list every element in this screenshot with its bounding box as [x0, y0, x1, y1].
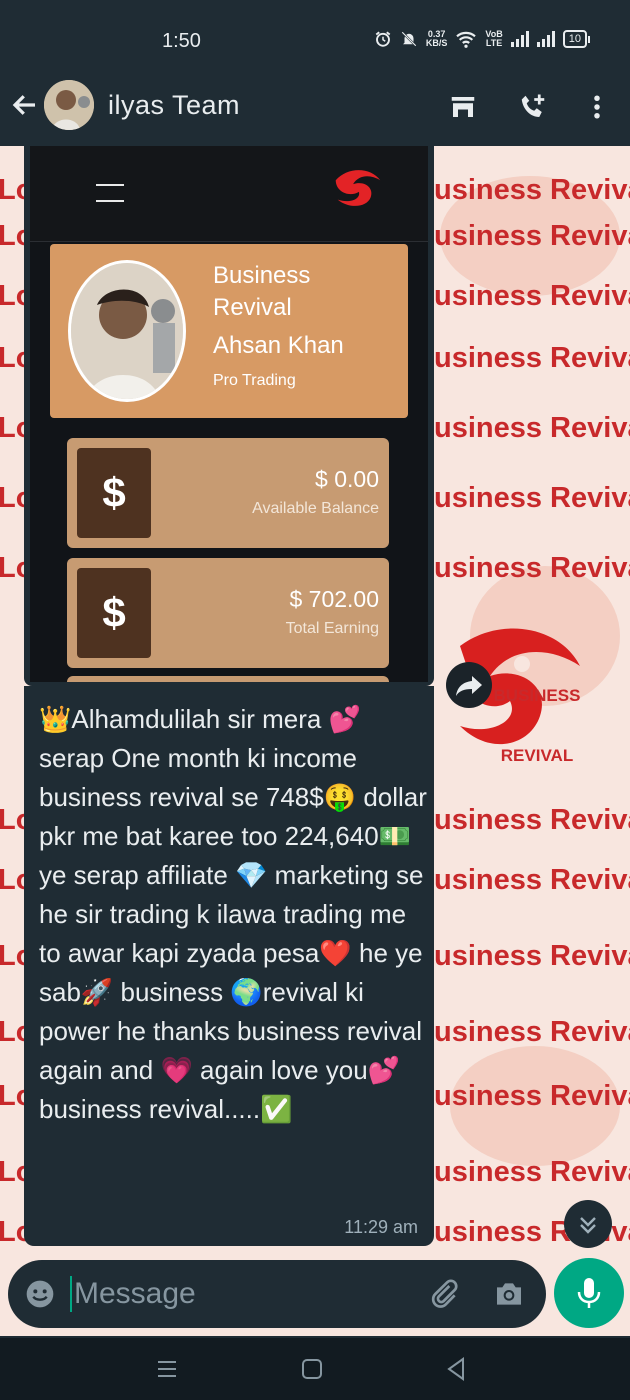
- text-cursor: [70, 1276, 72, 1312]
- more-vert-icon[interactable]: [582, 92, 612, 122]
- mic-icon: [577, 1278, 601, 1308]
- message-text: 👑Alhamdulilah sir mera 💕 serap One month…: [39, 704, 427, 1124]
- emoji-icon[interactable]: [24, 1278, 56, 1310]
- mute-icon: [401, 31, 417, 47]
- app-topbar: [30, 146, 428, 242]
- text-message[interactable]: 👑Alhamdulilah sir mera 💕 serap One month…: [24, 686, 434, 1246]
- shared-screenshot[interactable]: Business Revival Ahsan Khan Pro Trading …: [30, 146, 428, 682]
- alarm-icon: [375, 31, 391, 47]
- balance-label: Total Earning: [285, 620, 379, 637]
- balance-label: Available Balance: [252, 500, 379, 517]
- double-chevron-down-icon: [580, 1217, 596, 1234]
- back-arrow-icon[interactable]: [10, 90, 40, 120]
- dollar-icon: $: [77, 448, 151, 538]
- balance-amount: $ 0.00: [315, 466, 379, 492]
- mic-button[interactable]: [554, 1258, 624, 1328]
- scroll-down-button[interactable]: [564, 1200, 612, 1248]
- message-time: 11:29 am: [344, 1217, 418, 1237]
- battery-icon: 10: [562, 30, 590, 48]
- dollar-icon: $: [77, 568, 151, 658]
- message-composer: [8, 1260, 546, 1328]
- balance-card-total: $ $ 702.00 Total Earning: [67, 558, 389, 668]
- profile-title: Business Revival: [213, 262, 311, 321]
- volte-bottom: LTE: [485, 38, 503, 48]
- status-time: 1:50: [162, 30, 201, 52]
- forward-button[interactable]: [446, 662, 492, 708]
- menu-icon: [96, 184, 124, 216]
- profile-role: Pro Trading: [213, 372, 296, 389]
- balance-amount: $ 702.00: [289, 586, 379, 612]
- chat-title[interactable]: ilyas Team: [108, 90, 240, 121]
- status-bar: 1:50 0.37 KB/S VoB LTE 10: [0, 0, 630, 74]
- profile-photo: [68, 260, 186, 402]
- recents-icon[interactable]: [155, 1358, 179, 1380]
- volte-badge: VoB LTE: [485, 30, 502, 48]
- input-bar: [0, 1250, 630, 1338]
- add-call-icon[interactable]: [518, 92, 548, 122]
- home-icon[interactable]: [300, 1357, 324, 1381]
- store-icon[interactable]: [448, 92, 478, 122]
- chat-header: ilyas Team: [0, 74, 630, 146]
- forward-icon: [456, 676, 482, 696]
- net-speed: 0.37 KB/S: [426, 30, 448, 48]
- message-input[interactable]: [74, 1274, 394, 1314]
- profile-name: Ahsan Khan: [213, 332, 344, 359]
- battery-level: 10: [562, 30, 587, 48]
- camera-icon[interactable]: [492, 1278, 526, 1310]
- profile-card: Business Revival Ahsan Khan Pro Trading: [50, 244, 408, 418]
- app-logo: [335, 170, 381, 206]
- wallpaper-logo-text: BUSINESS REVIVAL: [493, 686, 581, 765]
- status-icons: 0.37 KB/S VoB LTE 10: [374, 30, 590, 48]
- system-nav-bar: [0, 1338, 630, 1400]
- balance-card-available: $ $ 0.00 Available Balance: [67, 438, 389, 548]
- image-message[interactable]: Business Revival Ahsan Khan Pro Trading …: [24, 146, 434, 686]
- net-speed-unit: KB/S: [425, 38, 448, 48]
- avatar[interactable]: [44, 80, 94, 130]
- balance-card-partial: [67, 676, 389, 682]
- signal-2-icon: [536, 31, 555, 47]
- back-icon[interactable]: [444, 1356, 468, 1382]
- signal-1-icon: [510, 31, 529, 47]
- wifi-icon: [456, 31, 477, 48]
- attach-icon[interactable]: [428, 1278, 460, 1310]
